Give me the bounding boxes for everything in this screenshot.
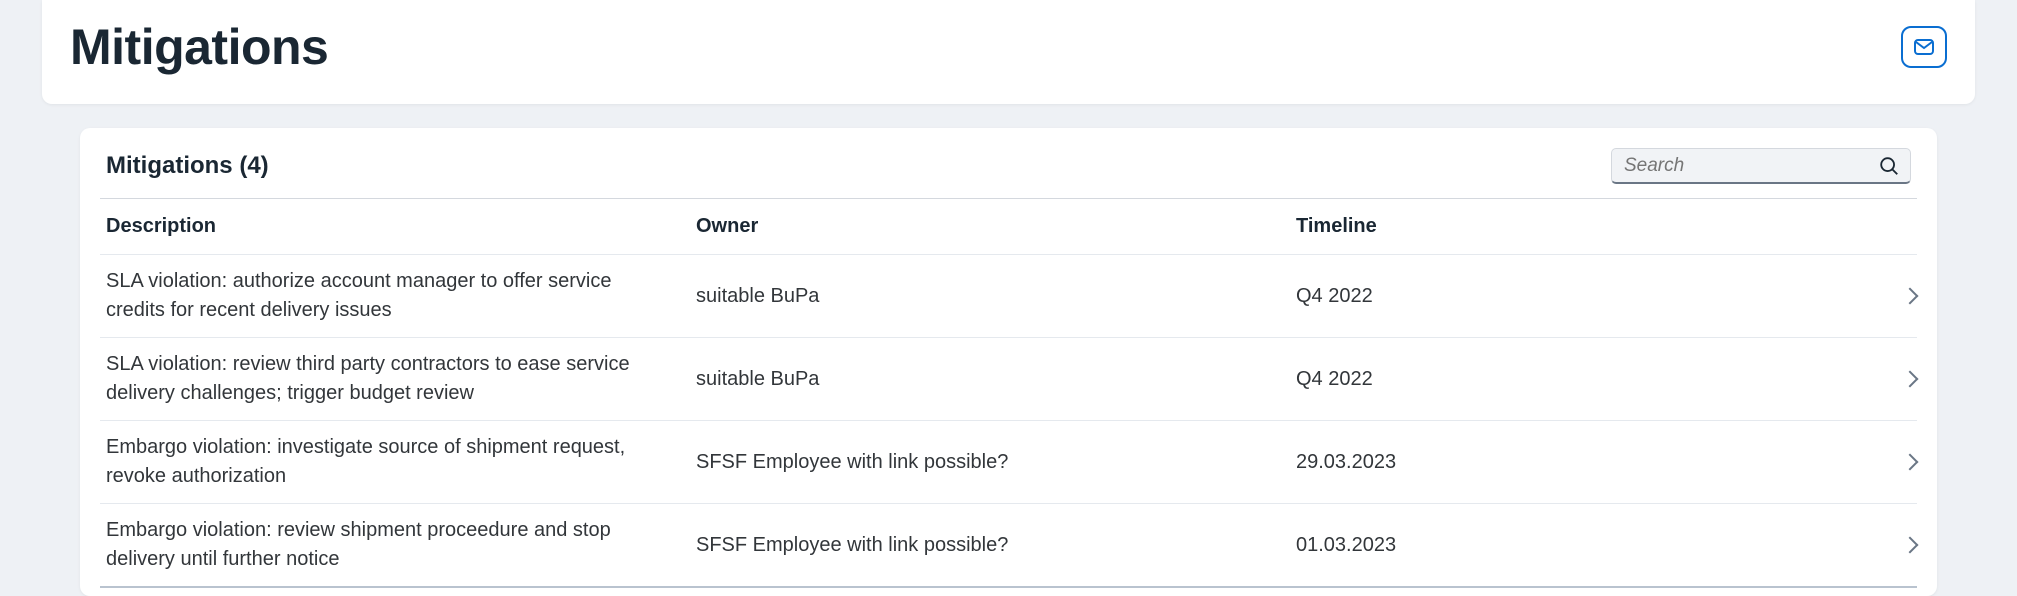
table-title: Mitigations (4) (106, 152, 269, 180)
cell-timeline: Q4 2022 (1296, 285, 1856, 308)
cell-timeline: 01.03.2023 (1296, 534, 1856, 557)
email-icon (1912, 35, 1936, 59)
chevron-right-icon[interactable] (1902, 454, 1919, 471)
column-header-owner: Owner (696, 215, 1296, 238)
table-row[interactable]: Embargo violation: investigate source of… (100, 421, 1917, 504)
cell-owner: suitable BuPa (696, 285, 1296, 308)
page-title: Mitigations (70, 18, 328, 76)
column-header-description: Description (106, 215, 696, 238)
table-row[interactable]: SLA violation: review third party contra… (100, 338, 1917, 421)
cell-timeline: Q4 2022 (1296, 368, 1856, 391)
cell-description: SLA violation: review third party contra… (106, 350, 696, 408)
cell-owner: SFSF Employee with link possible? (696, 451, 1296, 474)
email-button[interactable] (1901, 26, 1947, 68)
table-header: Mitigations (4) (100, 128, 1917, 199)
cell-description: SLA violation: authorize account manager… (106, 267, 696, 325)
search-icon (1878, 155, 1900, 177)
mitigations-table-card: Mitigations (4) Description Owner Timeli… (80, 128, 1937, 596)
chevron-right-icon[interactable] (1902, 371, 1919, 388)
chevron-right-icon[interactable] (1902, 288, 1919, 305)
table-row[interactable]: SLA violation: authorize account manager… (100, 255, 1917, 338)
table-column-headers: Description Owner Timeline (100, 199, 1917, 255)
table-row[interactable]: Embargo violation: review shipment proce… (100, 504, 1917, 588)
cell-owner: suitable BuPa (696, 368, 1296, 391)
search-input[interactable] (1612, 149, 1910, 182)
search-box[interactable] (1611, 148, 1911, 184)
chevron-right-icon[interactable] (1902, 537, 1919, 554)
page-header: Mitigations (42, 0, 1975, 104)
cell-description: Embargo violation: review shipment proce… (106, 516, 696, 574)
cell-owner: SFSF Employee with link possible? (696, 534, 1296, 557)
column-header-timeline: Timeline (1296, 215, 1856, 238)
cell-description: Embargo violation: investigate source of… (106, 433, 696, 491)
cell-timeline: 29.03.2023 (1296, 451, 1856, 474)
